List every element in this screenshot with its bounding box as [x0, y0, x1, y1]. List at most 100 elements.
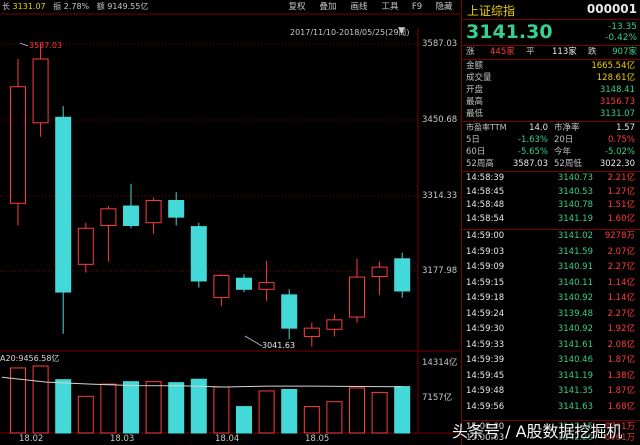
tick-price: 3140.53 [557, 186, 593, 197]
up-label: 涨 [466, 47, 475, 57]
tick-volume: 1.87亿 [607, 355, 635, 365]
volume-bar [236, 406, 252, 434]
tick-time: 14:59:03 [466, 246, 505, 257]
tick-price: 3141.19 [557, 370, 593, 381]
high-marker-label: 3587.03 [29, 41, 63, 50]
tick-time: 14:58:45 [466, 186, 505, 197]
kline-chart-panel[interactable]: 长 3131.07 振 2.78% 额 9149.55亿 复权 叠加 画线 工具… [0, 0, 460, 445]
volume-bar [10, 367, 26, 434]
tick-price: 3140.46 [557, 355, 593, 365]
volume-bar [190, 378, 207, 434]
ratio-value: -5.02% [604, 147, 635, 157]
tick-price: 3140.78 [557, 200, 593, 210]
candle-body [123, 205, 139, 226]
stat-value: 128.61亿 [596, 73, 635, 83]
down-label: 跌 [588, 47, 597, 57]
volume-bar [303, 406, 320, 434]
tick-volume: 2.07亿 [607, 246, 635, 257]
volume-bar [213, 386, 230, 434]
price-tick-label: 3177.98 [422, 266, 458, 276]
tick-row: 14:58:48 3140.78 1.51亿 [462, 199, 638, 211]
breadth-row: 涨 445家 平 113家 跌 907家 [462, 46, 640, 58]
low-marker-label: 3041.63 [262, 341, 296, 350]
volume-tick-label: 14314亿 [422, 358, 458, 368]
tick-time: 14:58:48 [466, 200, 505, 210]
date-tick-label: 18.04 [215, 434, 240, 444]
tick-volume: 1.87亿 [607, 386, 635, 396]
tick-time: 14:59:15 [466, 277, 505, 288]
tick-price: 3141.19 [557, 213, 593, 224]
candle-body [236, 277, 252, 290]
price-change: -13.35 [607, 22, 637, 32]
tick-price: 3141.59 [557, 246, 593, 257]
candle-body [258, 282, 275, 290]
ratio-label: 市盈率TTM [466, 123, 507, 132]
watermark-text: 头条号 / A股数据挖掘机 [452, 422, 623, 441]
tick-time: 14:58:39 [466, 173, 505, 183]
volume-group [10, 365, 411, 434]
ma-label: A20:9456.58亿 [0, 354, 60, 363]
tick-time: 14:58:54 [466, 213, 505, 224]
ratio-value: -1.63% [517, 135, 548, 145]
candle-body [77, 227, 94, 265]
tick-volume: 1.68亿 [607, 401, 635, 412]
tick-row: 14:59:15 3140.11 1.14亿 [462, 277, 638, 289]
tick-row: 14:59:09 3140.91 2.27亿 [462, 261, 638, 273]
tick-time: 14:59:18 [466, 293, 505, 303]
tick-price: 3140.92 [557, 293, 593, 303]
stat-row: 金额 1665.54亿 [462, 60, 638, 72]
tick-time: 14:59:56 [466, 401, 505, 412]
volume-tick-label: 7157亿 [422, 393, 453, 403]
tick-row: 14:58:54 3141.19 1.60亿 [462, 213, 638, 225]
tick-row: 14:58:39 3140.73 2.21亿 [462, 172, 638, 184]
tick-volume: 1.38亿 [607, 370, 635, 381]
price-tick-label: 3587.03 [422, 39, 458, 49]
up-count: 445家 [490, 47, 515, 57]
tick-volume: 1.51亿 [607, 200, 635, 210]
tick-row: 14:59:45 3141.19 1.38亿 [462, 370, 638, 382]
stat-value: 3148.41 [599, 85, 635, 95]
current-price: 3141.30 [466, 21, 553, 43]
stat-label: 金额 [466, 61, 484, 71]
stat-value: 3131.07 [599, 109, 635, 119]
ratio-label: 52周高 [466, 159, 494, 169]
tick-volume: 1.27亿 [607, 186, 635, 197]
stat-row: 最高 3156.73 [462, 96, 638, 108]
tick-time: 14:59:24 [466, 308, 505, 319]
stat-value: 3156.73 [599, 97, 635, 107]
tick-time: 14:59:09 [466, 262, 505, 272]
tick-volume: 1.60亿 [607, 213, 635, 224]
ratio-label: 5日 [466, 135, 480, 145]
chevron-down-icon[interactable]: ▼ [398, 26, 405, 36]
date-tick-label: 18.03 [110, 434, 135, 444]
tick-volume: 2.08亿 [607, 339, 635, 350]
tick-time: 14:59:45 [466, 370, 505, 381]
ratio-label: 今年 [554, 147, 572, 157]
tick-volume: 1.92亿 [607, 324, 635, 334]
volume-bar [100, 383, 117, 434]
candle-body [168, 200, 185, 218]
volume-bar [371, 391, 388, 434]
volume-bar [258, 390, 275, 434]
tick-price: 3141.61 [557, 339, 593, 350]
candle-body [10, 86, 26, 204]
index-code: 000001 [586, 2, 637, 16]
tick-volume: 2.27亿 [607, 308, 635, 319]
ratio-value: 3022.30 [599, 159, 635, 169]
candle-body [371, 266, 388, 278]
flat-count: 113家 [552, 47, 577, 57]
tick-row: 14:59:24 3139.48 2.27亿 [462, 308, 638, 320]
candle-body [32, 58, 49, 124]
volume-bar [168, 382, 185, 434]
tick-time: 14:59:33 [466, 339, 505, 350]
candle-body [190, 226, 207, 282]
tick-row: 14:59:48 3141.35 1.87亿 [462, 385, 638, 397]
stat-row: 最低 3131.07 [462, 108, 638, 120]
ratio-row: 市盈率TTM 14.0 市净率 1.57 [462, 122, 638, 134]
volume-bar [326, 401, 343, 434]
volume-bar [349, 387, 365, 434]
ratio-label: 20日 [554, 135, 574, 145]
volume-bar [32, 365, 49, 434]
ratio-value: 3587.03 [512, 159, 548, 169]
candle-body [303, 327, 320, 337]
